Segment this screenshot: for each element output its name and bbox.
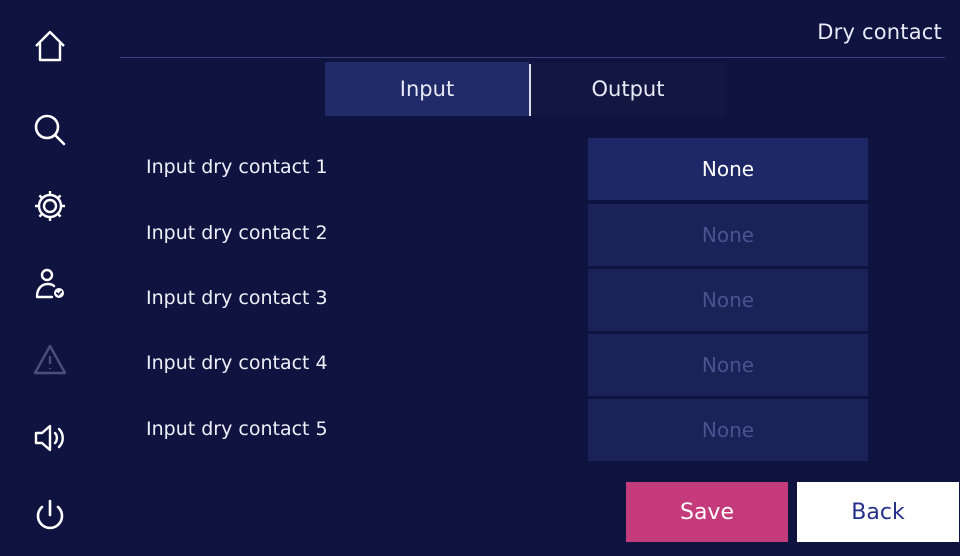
alarm-button[interactable] [26,336,74,384]
input-dry-contact-1-select[interactable]: None [588,138,868,200]
user-settings-icon [35,268,64,299]
page-title: Dry contact [817,20,942,44]
search-icon [34,114,66,146]
settings-gear-icon [35,191,65,221]
tab-input[interactable]: Input [325,62,529,116]
user-settings-button[interactable] [26,260,74,308]
sidebar [0,0,100,556]
row-label: Input dry contact 1 [146,156,328,178]
warning-icon [33,344,67,375]
row-label: Input dry contact 2 [146,222,328,244]
row-label: Input dry contact 4 [146,352,328,374]
power-icon [36,499,64,530]
settings-button[interactable] [26,182,74,230]
search-button[interactable] [26,106,74,154]
header-divider [120,57,945,58]
input-dry-contact-2-select: None [588,204,868,266]
input-dry-contact-5-select: None [588,399,868,461]
row-label: Input dry contact 5 [146,418,328,440]
home-button[interactable] [26,22,74,70]
back-button[interactable]: Back [797,482,959,542]
tab-bar: Input Output [325,62,725,116]
input-dry-contact-4-select: None [588,334,868,396]
home-icon [35,30,65,62]
row-label: Input dry contact 3 [146,287,328,309]
power-button[interactable] [26,492,74,540]
save-button[interactable]: Save [626,482,788,542]
speaker-icon [34,424,64,452]
input-dry-contact-3-select: None [588,269,868,331]
dry-contact-screen: Dry contact Input Output Input dry conta… [0,0,960,556]
tab-output[interactable]: Output [531,62,725,116]
sound-button[interactable] [26,414,74,462]
